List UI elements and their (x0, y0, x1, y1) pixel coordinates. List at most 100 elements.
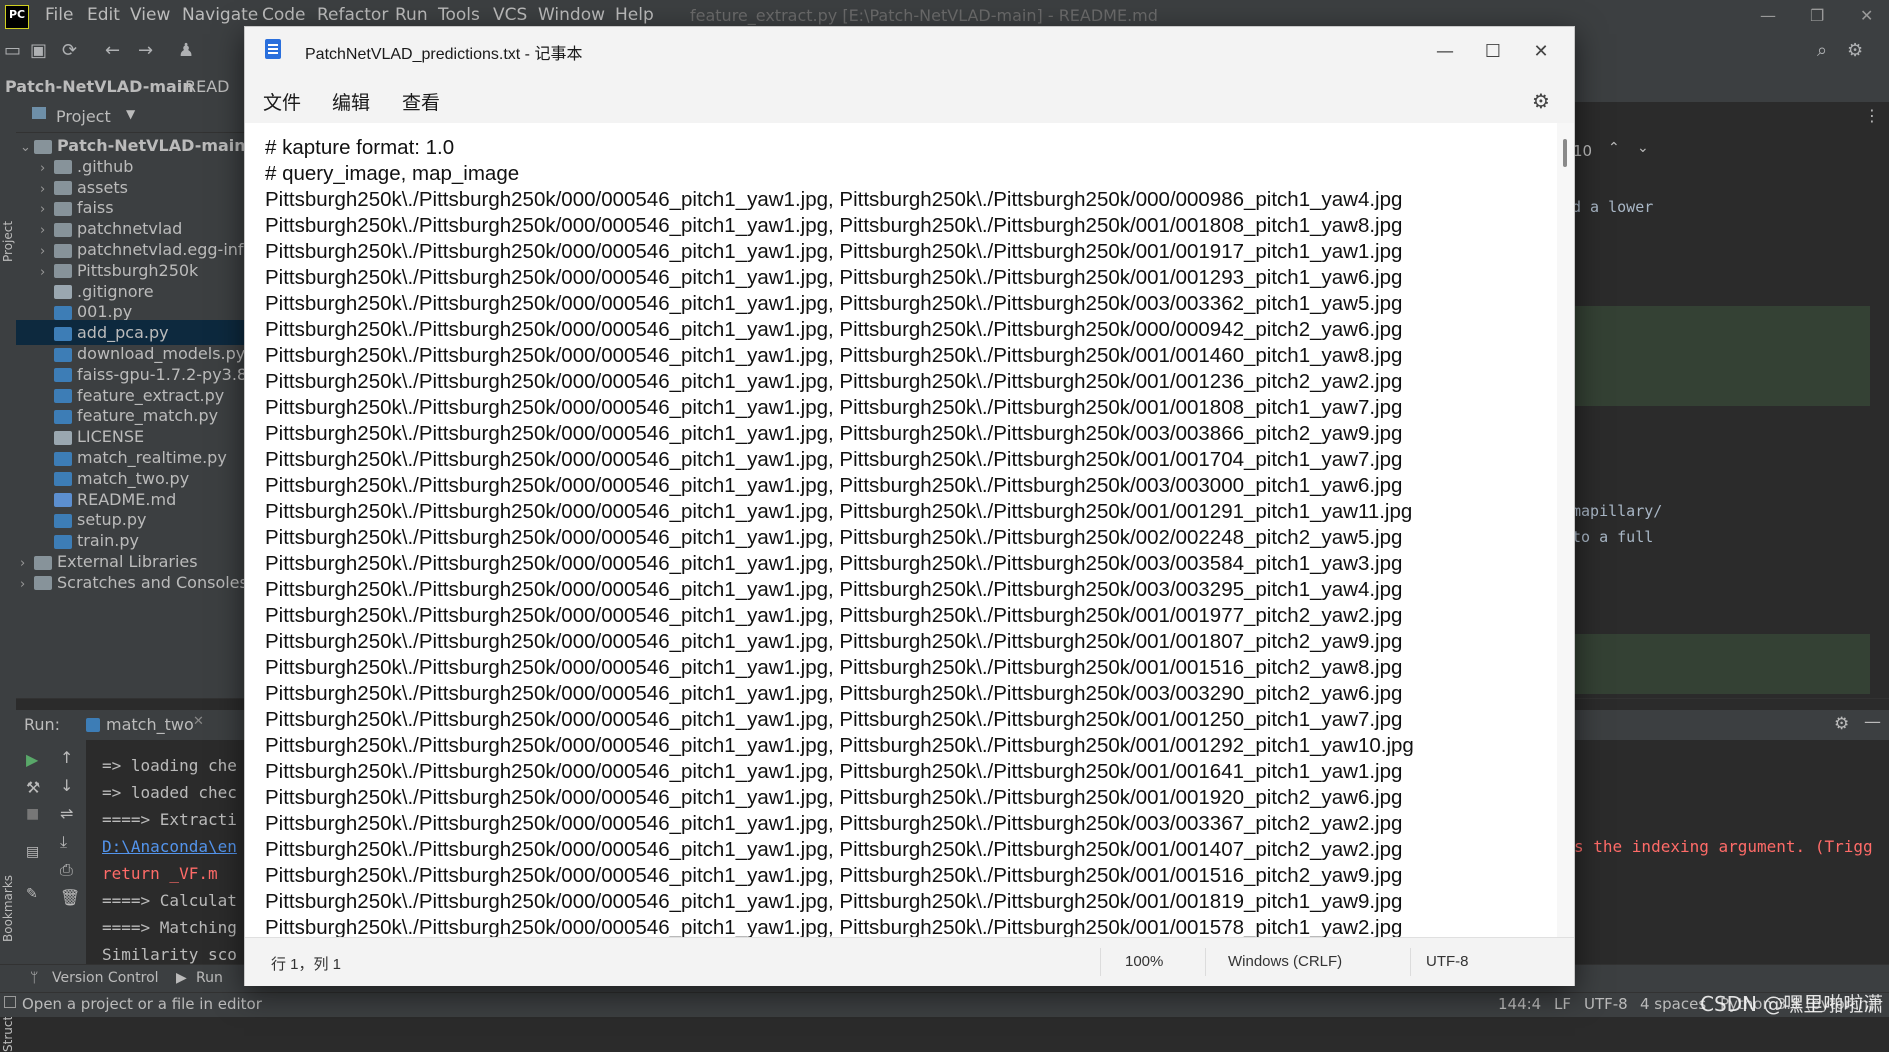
run-tab-match-two[interactable]: match_two (106, 715, 194, 734)
python-file-icon (54, 347, 72, 362)
ide-menu-view[interactable]: View (130, 5, 170, 25)
layout-icon[interactable]: ▤ (26, 844, 39, 860)
tree-item-label: faiss (77, 198, 114, 218)
bookmarks-stripe-label[interactable]: Bookmarks (1, 875, 15, 942)
rerun-icon[interactable]: ▶ (26, 750, 38, 769)
hide-panel-icon[interactable]: — (1864, 712, 1881, 732)
open-folder-icon[interactable]: ▭ (4, 40, 21, 61)
ide-menu-file[interactable]: File (45, 5, 73, 25)
text-line: Pittsburgh250k\./Pittsburgh250k/000/0005… (265, 500, 1413, 523)
ide-menu-edit[interactable]: Edit (87, 5, 120, 25)
ide-menu-help[interactable]: Help (615, 5, 654, 25)
notepad-text-area[interactable]: # kapture format: 1.0 # query_image, map_… (245, 123, 1574, 937)
close-icon[interactable]: ✕ (1521, 37, 1561, 67)
python-file-icon (54, 451, 72, 466)
menu-edit[interactable]: 编辑 (332, 88, 370, 115)
vertical-scrollbar[interactable] (1557, 123, 1574, 937)
breadcrumb-project[interactable]: Patch-NetVLAD-main (5, 77, 194, 96)
ide-menu-tools[interactable]: Tools (438, 5, 480, 25)
tree-item-label: .gitignore (77, 281, 154, 301)
editor-text-fragment: mapillary/ (1572, 502, 1663, 520)
close-tab-icon[interactable]: ✕ (193, 714, 204, 729)
back-icon[interactable]: ← (105, 40, 120, 61)
file-encoding[interactable]: UTF-8 (1584, 995, 1628, 1013)
chevron-down-icon[interactable]: ▼ (126, 107, 135, 121)
stop-icon[interactable]: ■ (26, 806, 39, 822)
editor-visible-strip: d a lower mapillary/ to a full (1570, 130, 1870, 700)
diff-highlight-band (1570, 306, 1870, 406)
ide-menu-navigate[interactable]: Navigate (182, 5, 258, 25)
status-message: Open a project or a file in editor (22, 995, 262, 1013)
gear-icon[interactable]: ⚙ (1834, 714, 1849, 734)
tree-item[interactable]: › Scratches and Consoles (16, 570, 248, 597)
scroll-down-icon[interactable]: ↓ (60, 776, 73, 795)
text-line: Pittsburgh250k\./Pittsburgh250k/000/0005… (265, 266, 1403, 289)
print-icon[interactable]: ⎙ (60, 860, 73, 880)
sync-icon[interactable]: ⟳ (62, 40, 77, 61)
chevron-right-icon[interactable]: › (20, 572, 34, 597)
soft-wrap-icon[interactable]: ⇌ (60, 804, 73, 823)
user-icon[interactable]: ♟ (178, 40, 194, 61)
ide-minimize-icon[interactable]: — (1760, 6, 1776, 25)
text-encoding: UTF-8 (1426, 953, 1469, 970)
folder-icon (54, 243, 72, 258)
text-line: Pittsburgh250k\./Pittsburgh250k/000/0005… (265, 656, 1403, 679)
run-label: Run: (24, 715, 61, 734)
save-icon[interactable]: ▣ (30, 40, 47, 61)
project-stripe-label[interactable]: Project (1, 221, 15, 262)
tree-item-label: feature_extract.py (77, 385, 225, 405)
gear-icon[interactable]: ⚙ (1847, 40, 1863, 61)
search-icon[interactable]: ⌕ (1817, 40, 1827, 61)
notepad-app-icon (265, 39, 281, 59)
status-box-icon[interactable] (4, 996, 16, 1008)
line-ending: Windows (CRLF) (1228, 953, 1343, 970)
ide-restore-icon[interactable]: ❐ (1810, 6, 1824, 25)
scroll-up-icon[interactable]: ↑ (60, 748, 73, 767)
notepad-title-bar[interactable]: PatchNetVLAD_predictions.txt - 记事本 — ☐ ✕ (245, 27, 1574, 79)
python-file-icon (54, 368, 72, 383)
minimize-icon[interactable]: — (1425, 37, 1465, 67)
chevron-down-icon[interactable]: ⌄ (1637, 140, 1649, 156)
ide-close-icon[interactable]: ✕ (1860, 6, 1873, 25)
text-line: Pittsburgh250k\./Pittsburgh250k/000/0005… (265, 318, 1403, 341)
notepad-window-title: PatchNetVLAD_predictions.txt - 记事本 (305, 46, 583, 63)
forward-icon[interactable]: → (138, 40, 153, 61)
chevron-up-icon[interactable]: ⌃ (1608, 140, 1620, 156)
maximize-icon[interactable]: ☐ (1473, 37, 1513, 67)
pin-icon[interactable]: ✎ (26, 886, 38, 902)
ide-menu-refactor[interactable]: Refactor (317, 5, 388, 25)
gear-icon[interactable]: ⚙ (1532, 89, 1550, 113)
python-file-icon (54, 534, 72, 549)
indent-setting[interactable]: 4 spaces (1640, 995, 1706, 1013)
text-line: Pittsburgh250k\./Pittsburgh250k/000/0005… (265, 916, 1403, 937)
scroll-to-end-icon[interactable]: ⤓ (60, 832, 67, 852)
ide-menu-code[interactable]: Code (262, 5, 306, 25)
version-control-tab[interactable]: Version Control (52, 970, 159, 986)
tree-item-label: feature_match.py (77, 406, 219, 426)
delete-icon[interactable]: 🗑 (60, 888, 80, 907)
tree-item-label: assets (77, 177, 128, 197)
ide-menu-run[interactable]: Run (395, 5, 428, 25)
project-view-label[interactable]: Project (56, 107, 111, 126)
folder-icon (54, 160, 72, 175)
text-line: Pittsburgh250k\./Pittsburgh250k/000/0005… (265, 292, 1403, 315)
wrench-icon[interactable]: ⚒ (26, 778, 40, 797)
caret-position[interactable]: 144:4 (1498, 995, 1541, 1013)
console-error-line: s the indexing argument. (Trigg (1574, 837, 1873, 856)
console-line: => loading che (102, 756, 237, 775)
tree-item-label: download_models.py (77, 344, 246, 363)
breadcrumb-file[interactable]: READ (185, 77, 230, 96)
scrollbar-thumb[interactable] (1563, 139, 1567, 167)
line-separator[interactable]: LF (1554, 995, 1571, 1013)
run-tab[interactable]: Run (196, 970, 223, 986)
console-link[interactable]: D:\Anaconda\en (102, 837, 237, 856)
text-line: Pittsburgh250k\./Pittsburgh250k/000/0005… (265, 786, 1403, 809)
menu-view[interactable]: 查看 (402, 88, 440, 115)
more-options-icon[interactable]: ⋮ (1864, 106, 1880, 125)
ide-menu-window[interactable]: Window (538, 5, 605, 25)
notepad-status-bar: 行 1，列 1 100% Windows (CRLF) UTF-8 (245, 937, 1574, 986)
text-line: Pittsburgh250k\./Pittsburgh250k/000/0005… (265, 864, 1403, 887)
ide-menu-vcs[interactable]: VCS (493, 5, 527, 25)
text-line: # query_image, map_image (265, 162, 520, 185)
menu-file[interactable]: 文件 (263, 88, 301, 115)
